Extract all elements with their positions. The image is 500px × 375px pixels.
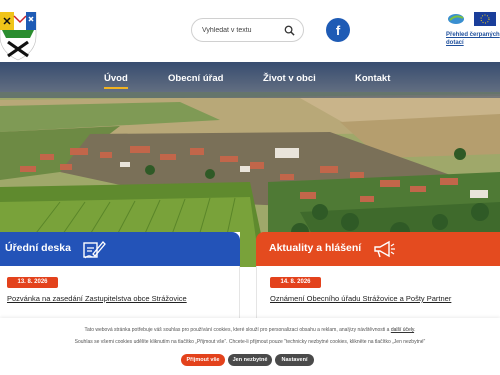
cookie-settings-button[interactable]: Nastavení (275, 354, 314, 366)
official-board-title[interactable]: Úřední deska (5, 242, 71, 254)
facebook-icon: f (335, 22, 341, 38)
cookie-text-line-1: Tato webová stránka potřebuje váš souhla… (0, 327, 500, 333)
news-header[interactable]: Aktuality a hlášení (256, 232, 500, 266)
cookie-text-main: Tato webová stránka potřebuje váš souhla… (84, 327, 391, 333)
signature-icon (83, 241, 106, 259)
news-title[interactable]: Aktuality a hlášení (269, 242, 361, 254)
eu-funding[interactable]: Přehled čerpaných dotací (446, 12, 500, 52)
official-board-panel: Úřední deska 13. 8. 2026 Pozvánka na zas… (0, 232, 240, 336)
nav-item-zivot-v-obci[interactable]: Život v obci (263, 73, 316, 84)
main-navigation: Úvod Obecní úřad Život v obci Kontakt (0, 62, 500, 98)
search-icon[interactable] (284, 25, 295, 36)
cookie-text-line-2: Souhlas se všemi cookies udělíte kliknut… (74, 339, 426, 345)
search-box[interactable] (191, 18, 304, 42)
eu-funding-link[interactable]: Přehled čerpaných dotací (446, 31, 500, 47)
accept-all-button[interactable]: Přijmout vše (181, 354, 225, 366)
nav-item-kontakt[interactable]: Kontakt (355, 73, 390, 84)
village-coat-of-arms-logo[interactable] (0, 11, 42, 62)
megaphone-icon (374, 240, 395, 258)
news-date-badge: 14. 8. 2026 (270, 277, 321, 288)
official-board-link[interactable]: Pozvánka na zasedání Zastupitelstva obce… (7, 294, 187, 303)
cookie-text-end: . (414, 327, 416, 333)
facebook-button[interactable]: f (326, 18, 350, 42)
site-header: f Přehled čerpaných dotací (0, 0, 500, 62)
eu-flag-icon (448, 12, 496, 26)
cookie-consent-bar: Tato webová stránka potřebuje váš souhla… (0, 318, 500, 375)
necessary-only-button[interactable]: Jen nezbytné (228, 354, 272, 366)
news-panel: Aktuality a hlášení 14. 8. 2026 Oznámení… (256, 232, 500, 336)
nav-item-obecni-urad[interactable]: Obecní úřad (168, 73, 223, 84)
search-input[interactable] (202, 24, 282, 37)
official-board-header[interactable]: Úřední deska (0, 232, 240, 266)
cookie-more-purposes-link[interactable]: další účely (391, 327, 414, 333)
news-link[interactable]: Oznámení Obecního úřadu Strážovice a Poš… (270, 294, 451, 303)
nav-item-uvod[interactable]: Úvod (104, 73, 128, 89)
official-board-date-badge: 13. 8. 2026 (7, 277, 58, 288)
